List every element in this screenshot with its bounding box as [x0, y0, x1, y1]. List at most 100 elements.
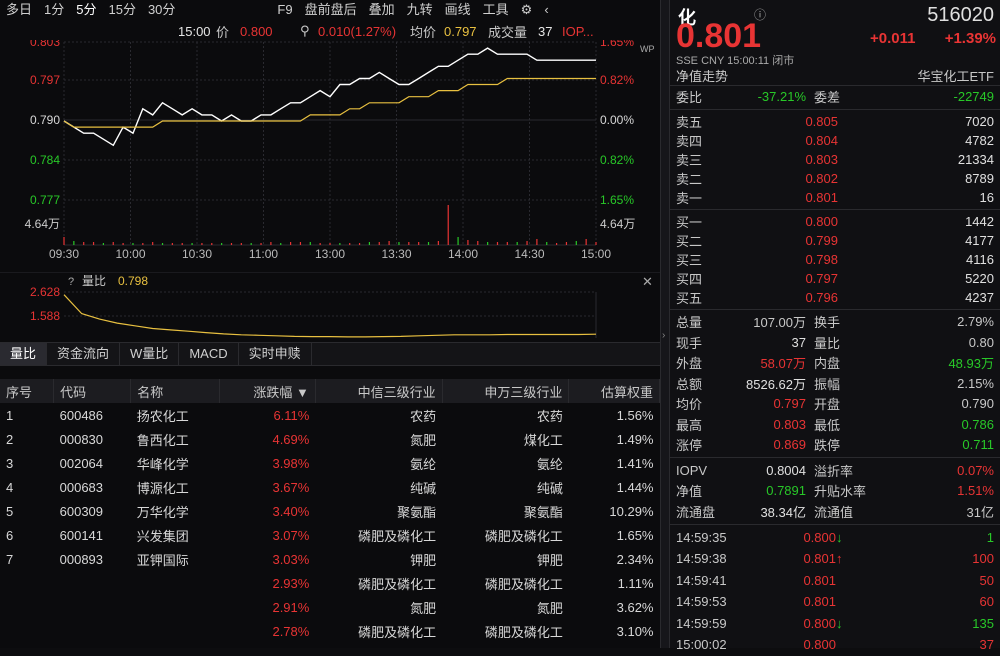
- x-tick-label: 14:30: [514, 247, 544, 261]
- stat-row: 现手 37 量比 0.80: [676, 334, 994, 351]
- table-cell: [131, 595, 220, 619]
- book-row[interactable]: 卖一 0.801 16: [670, 188, 1000, 207]
- volume-axis-label-right: 4.64万: [600, 217, 635, 231]
- table-cell: [0, 595, 54, 619]
- stat-row: 总额 8526.62万 振幅 2.15%: [676, 375, 994, 392]
- chevron-left-icon[interactable]: ‹: [538, 0, 554, 20]
- table-cell: 钾肥: [410, 552, 437, 568]
- col-header-5[interactable]: 申万三级行业: [442, 379, 570, 403]
- table-row[interactable]: 3 002064 华峰化学 3.98% 氨纶 氨纶 1.41%: [0, 451, 660, 475]
- weicha-value: -22749: [953, 88, 994, 104]
- table-cell: 纯碱: [410, 480, 437, 496]
- tick-row: 15:00:02 0.800 37: [676, 637, 994, 653]
- table-cell: 2.78%: [272, 623, 310, 639]
- col-header-3[interactable]: 涨跌幅 ▼: [219, 379, 316, 403]
- info-time: 15:00: [178, 23, 211, 39]
- nav-trend-link[interactable]: 净值走势: [676, 66, 728, 85]
- table-cell: [0, 619, 54, 643]
- table-cell: 1.44%: [616, 479, 654, 495]
- book-row[interactable]: 买一 0.800 1442: [670, 212, 1000, 231]
- table-cell: [0, 571, 54, 595]
- table-row[interactable]: 6 600141 兴发集团 3.07% 磷肥及磷化工 磷肥及磷化工 1.65%: [0, 523, 660, 547]
- table-cell: 1.11%: [617, 575, 654, 591]
- table-cell: 000830: [59, 431, 104, 447]
- col-header-6[interactable]: 估算权重: [568, 379, 660, 403]
- table-cell: 000683: [59, 479, 104, 495]
- y-right-tick-label: 1.65%: [600, 40, 634, 49]
- table-cell: [54, 571, 131, 595]
- toolbar-item-6[interactable]: 盘前盘后: [299, 0, 363, 20]
- table-cell: 2.93%: [272, 575, 310, 591]
- gear-icon[interactable]: ⚙: [515, 0, 539, 20]
- table-row[interactable]: 4 000683 博源化工 3.67% 纯碱 纯碱 1.44%: [0, 475, 660, 499]
- table-cell: 002064: [59, 455, 104, 471]
- tab-2[interactable]: W量比: [120, 343, 180, 365]
- table-cell: 氨纶: [410, 456, 437, 472]
- toolbar-item-1[interactable]: 1分: [38, 0, 70, 20]
- table-cell: 600141: [59, 527, 104, 543]
- help-icon[interactable]: ?: [68, 276, 74, 288]
- table-row[interactable]: 2.91% 氮肥 氮肥 3.62%: [0, 595, 660, 619]
- price-chart[interactable]: 09:30 10:00 10:30 11:00 13:00 13:30 14:00 14:30…: [0, 40, 660, 272]
- tab-1[interactable]: 资金流向: [47, 343, 121, 365]
- book-row[interactable]: 买二 0.799 4177: [670, 231, 1000, 250]
- tick-list: 14:59:35 0.800 ↓ 1 14:59:38 0.801 ↑ 100 14:59:41…: [670, 527, 1000, 656]
- book-row[interactable]: 卖二 0.802 8789: [670, 169, 1000, 188]
- table-cell: 1.49%: [616, 431, 654, 447]
- tab-4[interactable]: 实时申赎: [239, 343, 312, 365]
- chevron-right-icon[interactable]: ›: [662, 330, 665, 341]
- table-cell: 2: [6, 431, 14, 447]
- fund-name: 华宝化工ETF: [917, 69, 994, 84]
- close-icon[interactable]: ✕: [642, 274, 653, 289]
- table-row[interactable]: 5 600309 万华化学 3.40% 聚氨酯 聚氨酯 10.29%: [0, 499, 660, 523]
- toolbar-item-2[interactable]: 5分: [70, 0, 102, 20]
- toolbar-item-7[interactable]: 叠加: [363, 0, 401, 20]
- book-row[interactable]: 买四 0.797 5220: [670, 269, 1000, 288]
- table-cell: 纯碱: [536, 480, 563, 496]
- y-tick-label: 0.803: [30, 40, 60, 49]
- table-row[interactable]: 1 600486 扬农化工 6.11% 农药 农药 1.56%: [0, 403, 660, 427]
- volume-ratio-value: 0.798: [118, 274, 148, 288]
- wp-icon[interactable]: WP: [640, 44, 655, 54]
- toolbar-item-4[interactable]: 30分: [142, 0, 181, 20]
- book-row[interactable]: 卖三 0.803 21334: [670, 150, 1000, 169]
- y-tick-label: 0.784: [30, 153, 60, 167]
- toolbar-item-5[interactable]: F9: [271, 0, 298, 20]
- table-cell: 1: [6, 407, 14, 423]
- table-cell: 6: [6, 527, 14, 543]
- toolbar-item-8[interactable]: 九转: [401, 0, 439, 20]
- volume-axis-label: 4.64万: [25, 217, 60, 231]
- col-header-2[interactable]: 名称: [130, 379, 221, 403]
- col-header-0[interactable]: 序号: [0, 379, 55, 403]
- tick-row: 14:59:35 0.800 ↓ 1: [676, 529, 994, 545]
- volume-ratio-chart[interactable]: ? 量比 0.798 ✕ 2.628 1.588: [0, 272, 660, 342]
- table-row[interactable]: 2 000830 鲁西化工 4.69% 氮肥 煤化工 1.49%: [0, 427, 660, 451]
- toolbar-item-10[interactable]: 工具: [477, 0, 515, 20]
- col-header-1[interactable]: 代码: [53, 379, 132, 403]
- table-cell: 1.65%: [616, 527, 654, 543]
- book-row[interactable]: 卖四 0.804 4782: [670, 131, 1000, 150]
- book-row[interactable]: 买三 0.798 4116: [670, 250, 1000, 269]
- x-tick-label: 15:00: [581, 247, 611, 261]
- stat-row: 均价 0.797 开盘 0.790: [676, 396, 994, 413]
- table-row[interactable]: 2.78% 磷肥及磷化工 磷肥及磷化工 3.10%: [0, 619, 660, 643]
- tab-3[interactable]: MACD: [179, 343, 239, 365]
- toolbar-item-3[interactable]: 15分: [102, 0, 141, 20]
- table-cell: 磷肥及磷化工: [358, 576, 437, 592]
- panel-splitter[interactable]: ›: [660, 0, 670, 648]
- toolbar-item-9[interactable]: 画线: [439, 0, 477, 20]
- toolbar-item-0[interactable]: 多日: [0, 0, 38, 20]
- table-row[interactable]: 2.93% 磷肥及磷化工 磷肥及磷化工 1.11%: [0, 571, 660, 595]
- book-row[interactable]: 买五 0.796 4237: [670, 288, 1000, 307]
- book-row[interactable]: 卖五 0.805 7020: [670, 112, 1000, 131]
- info-price-label: 价: [216, 24, 230, 40]
- col-header-4[interactable]: 中信三级行业: [315, 379, 443, 403]
- tick-row: 14:59:59 0.800 ↓ 135: [676, 615, 994, 631]
- table-cell: 3.10%: [616, 623, 654, 639]
- info-avg-label: 均价: [410, 24, 437, 40]
- constituents-table: 序号 代码 名称 涨跌幅 ▼ 中信三级行业 申万三级行业 估算权重 1 600486 扬农化工 6.…: [0, 379, 660, 643]
- stat-row: 最高 0.803 最低 0.786: [676, 416, 994, 433]
- table-row[interactable]: 7 000893 亚钾国际 3.03% 钾肥 钾肥 2.34%: [0, 547, 660, 571]
- table-cell: 兴发集团: [136, 528, 189, 544]
- tab-0[interactable]: 量比: [0, 343, 48, 365]
